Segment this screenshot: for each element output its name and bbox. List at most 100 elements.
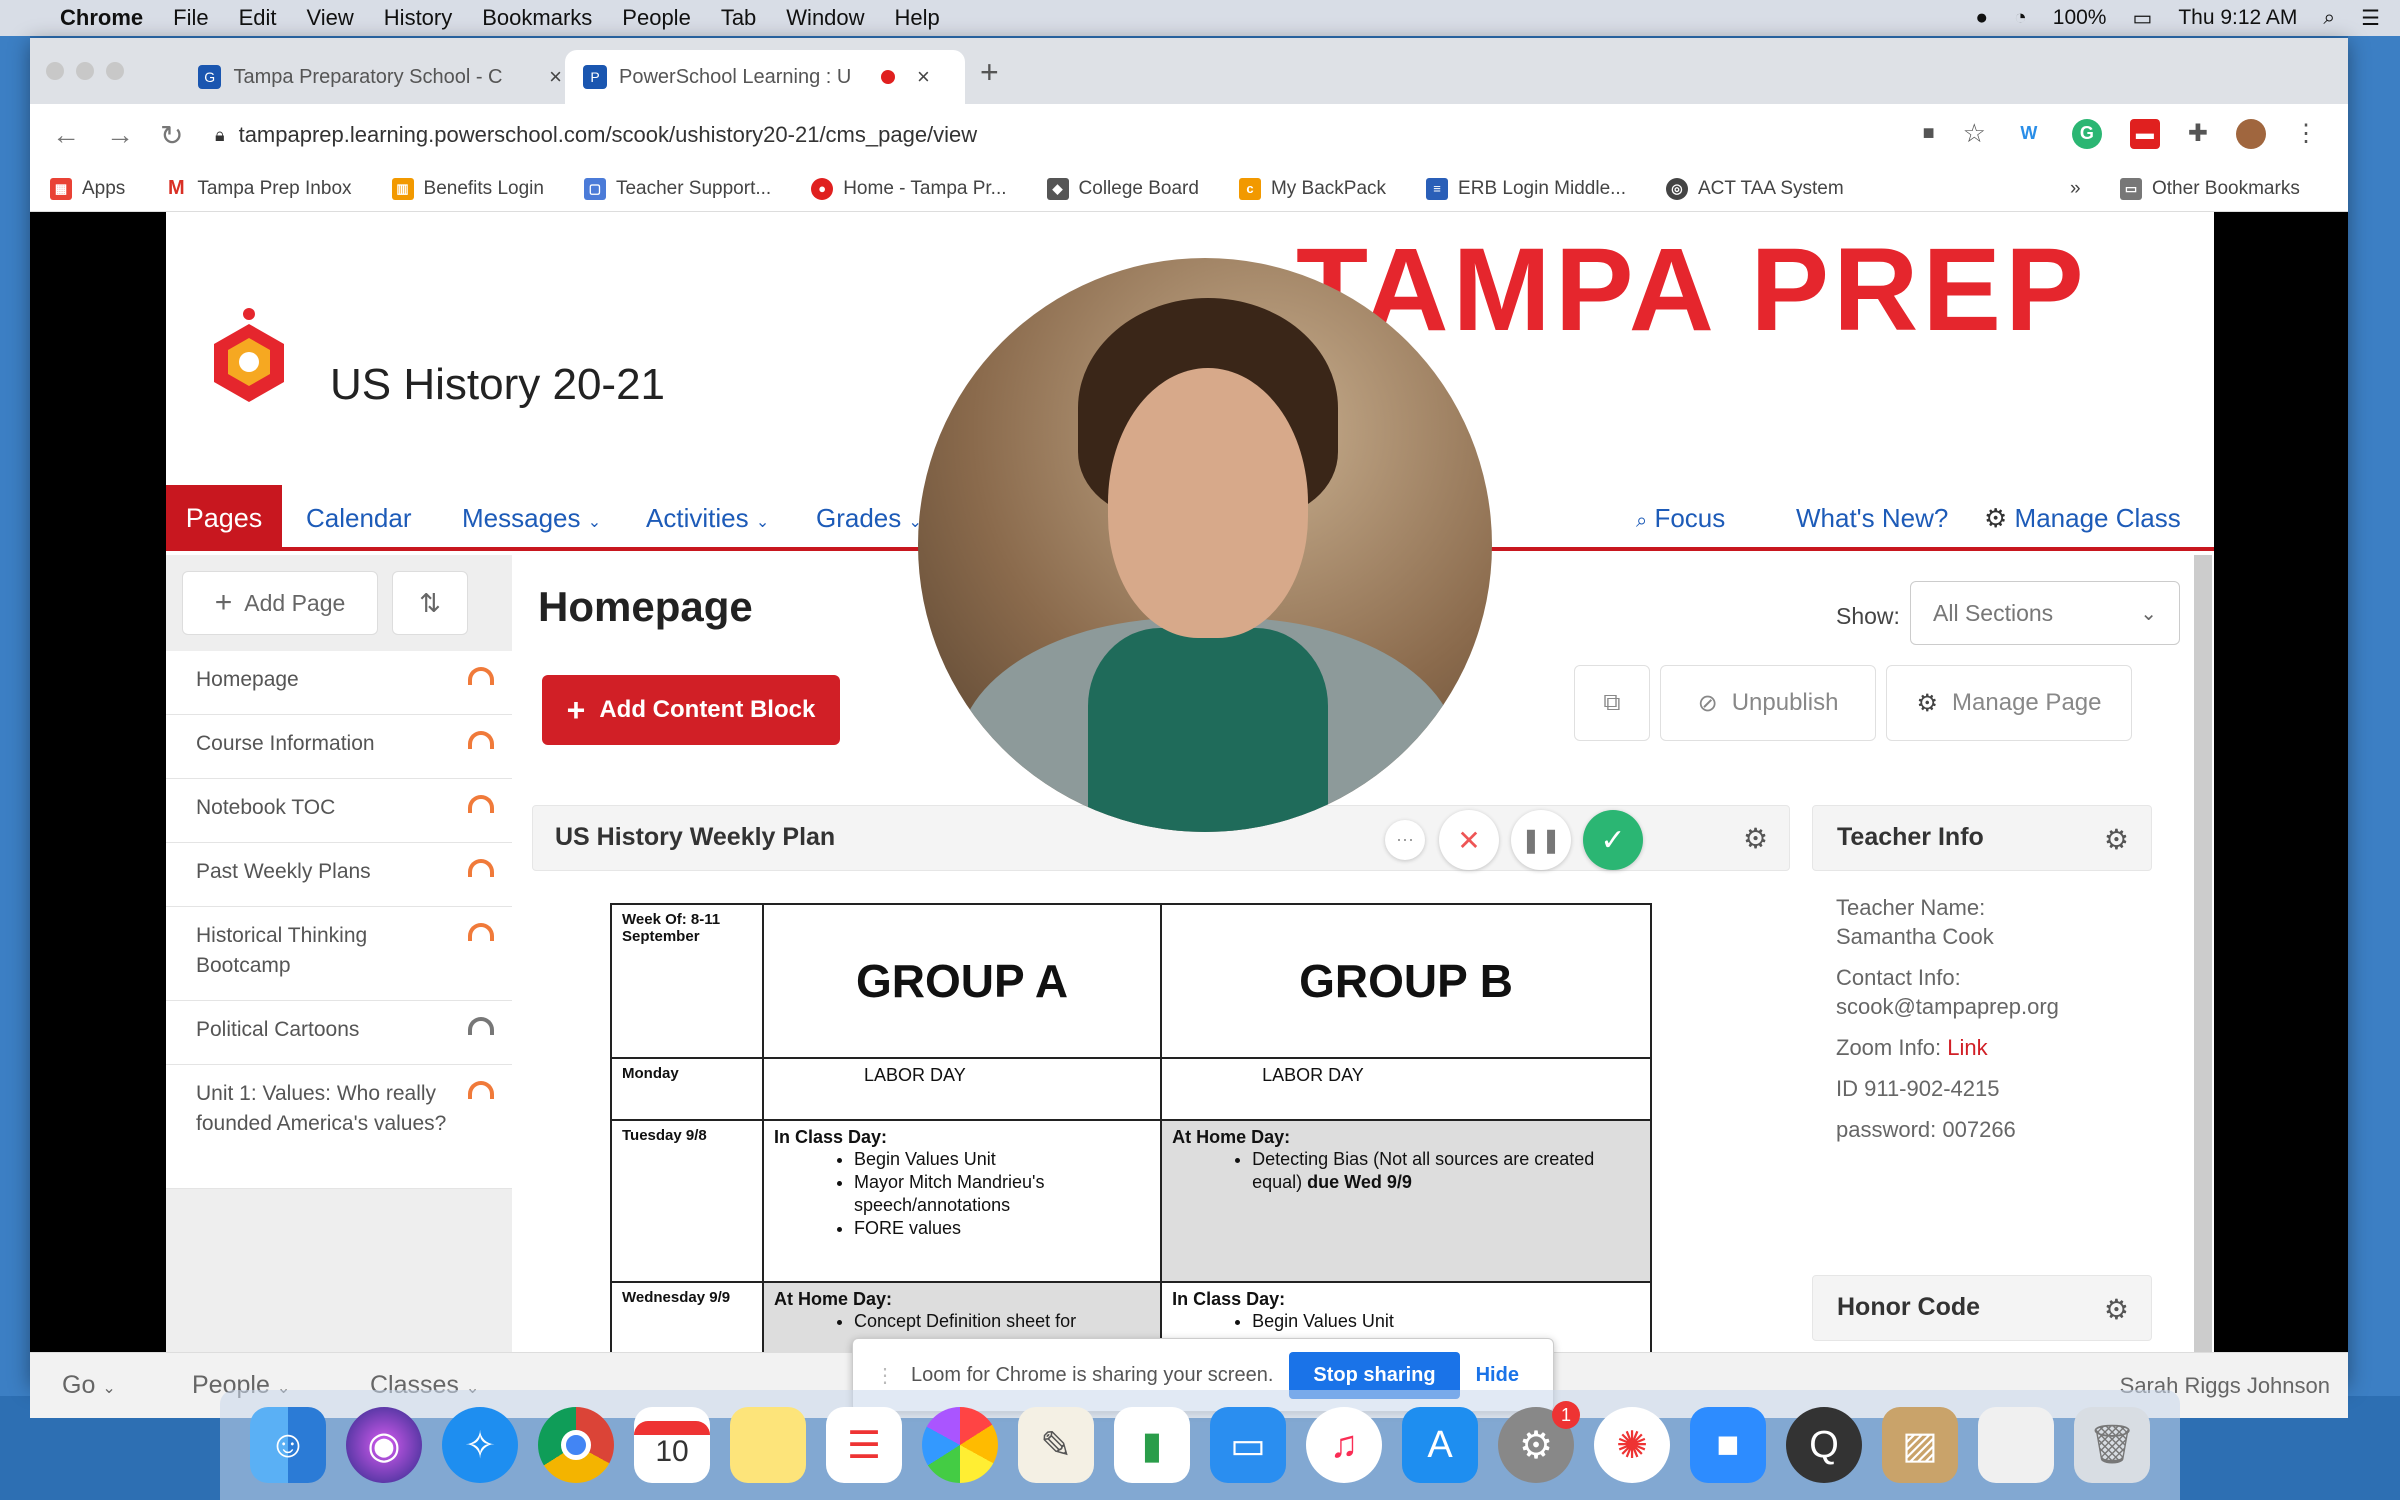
notification-center-icon[interactable]: ☰ [2361,6,2380,31]
sidebar-item-course-information[interactable]: Course Information [166,715,512,779]
gear-icon[interactable]: ⚙ [2104,1293,2129,1326]
menu-chrome[interactable]: Chrome [60,5,143,31]
menu-window[interactable]: Window [786,5,864,31]
other-bookmarks[interactable]: ▭ Other Bookmarks [2120,177,2300,200]
bookmark-backpack[interactable]: c My BackPack [1238,177,1386,200]
calendar-icon[interactable]: 10 [634,1407,710,1483]
siri-icon[interactable]: ◉ [346,1407,422,1483]
nav-pages[interactable]: Pages [166,485,282,551]
loom-pause-button[interactable]: ❚❚ [1511,810,1571,870]
published-icon[interactable] [468,923,494,941]
bookmark-star-icon[interactable]: ☆ [1963,118,1986,149]
webcam-bubble[interactable] [918,258,1492,832]
bookmark-home-tampa[interactable]: ● Home - Tampa Pr... [811,177,1007,200]
sidebar-item-political-cartoons[interactable]: Political Cartoons [166,1001,512,1065]
zoom-link[interactable]: Link [1947,1035,1987,1060]
sidebar-item-historical-thinking[interactable]: Historical Thinking Bootcamp [166,907,512,1001]
battery-percent[interactable]: 100% [2053,6,2107,30]
bookmark-teacher-support[interactable]: ▢ Teacher Support... [583,177,771,200]
gear-icon[interactable]: ⚙ [2104,823,2129,856]
bookmark-benefits[interactable]: ▥ Benefits Login [391,177,544,200]
tab-powerschool[interactable]: P PowerSchool Learning : U × [565,50,965,104]
preview-icon[interactable]: ✎ [1018,1407,1094,1483]
bookmark-apps[interactable]: ▦ Apps [50,177,125,200]
add-page-button[interactable]: + Add Page [182,571,378,635]
add-content-block-button[interactable]: + Add Content Block [542,675,840,745]
grammarly-extension-icon[interactable]: G [2071,118,2102,149]
documents-icon[interactable] [1978,1407,2054,1483]
nav-messages[interactable]: Messages ⌄ [462,503,601,534]
nav-focus[interactable]: ⌕ Focus [1636,503,1725,534]
menu-help[interactable]: Help [895,5,940,31]
spotlight-icon[interactable]: ⌕ [2323,6,2335,30]
published-icon[interactable] [468,859,494,877]
preview-photo-icon[interactable]: ▨ [1882,1407,1958,1483]
system-preferences-icon[interactable]: ⚙ 1 [1498,1401,1580,1483]
reload-icon[interactable]: ↻ [160,119,192,152]
menu-tab[interactable]: Tab [721,5,756,31]
copy-page-button[interactable]: ⧉ [1574,665,1650,741]
reminders-icon[interactable]: ☰ [826,1407,902,1483]
app-store-icon[interactable]: A [1402,1407,1478,1483]
photos-icon[interactable] [922,1407,998,1483]
loom-finish-button[interactable]: ✓ [1583,810,1643,870]
zoom-icon[interactable]: ■ [1690,1407,1766,1483]
back-icon[interactable]: ← [52,119,84,151]
school-emblem-icon[interactable] [206,304,292,404]
show-sections-select[interactable]: All Sections ⌄ [1910,581,2180,645]
quicktime-icon[interactable]: Q [1786,1407,1862,1483]
zoom-window-button[interactable] [106,62,124,80]
menu-view[interactable]: View [307,5,354,31]
sidebar-item-notebook-toc[interactable]: Notebook TOC [166,779,512,843]
go-menu[interactable]: Go ⌄ [62,1371,116,1400]
forward-icon[interactable]: → [106,119,138,151]
close-window-button[interactable] [46,62,64,80]
nav-manage-class[interactable]: ⚙ Manage Class [1984,503,2181,534]
published-icon[interactable] [468,731,494,749]
chrome-menu-icon[interactable]: ⋮ [2294,119,2318,148]
unpublished-icon[interactable] [468,1017,494,1035]
pdf-extension-icon[interactable]: ▬ [2129,118,2160,149]
tab-tampa-prep[interactable]: G Tampa Preparatory School - C × [180,50,580,104]
bookmark-inbox[interactable]: M Tampa Prep Inbox [165,177,352,200]
clock[interactable]: Thu 9:12 AM [2178,6,2297,30]
hide-button[interactable]: Hide [1476,1364,1519,1387]
published-icon[interactable] [468,1081,494,1099]
sidebar-item-homepage[interactable]: Homepage [166,651,512,715]
tab-close-icon[interactable]: × [917,64,930,90]
menu-file[interactable]: File [173,5,208,31]
tab-close-icon[interactable]: × [549,64,562,90]
menu-bookmarks[interactable]: Bookmarks [482,5,592,31]
menu-history[interactable]: History [384,5,452,31]
word-extension-icon[interactable]: W [2013,118,2044,149]
microphone-icon[interactable]: ● [1975,6,1988,30]
extensions-puzzle-icon[interactable]: ✚ [2188,119,2208,148]
nav-calendar[interactable]: Calendar [306,503,412,534]
menu-edit[interactable]: Edit [239,5,277,31]
keynote-icon[interactable]: ▭ [1210,1407,1286,1483]
drag-handle-icon[interactable]: ⋮ [875,1363,895,1388]
more-bookmarks-button[interactable]: » [2070,178,2081,200]
sidebar-item-past-weekly-plans[interactable]: Past Weekly Plans [166,843,512,907]
address-bar[interactable]: 🔒︎ tampaprep.learning.powerschool.com/sc… [215,114,1915,156]
profile-avatar[interactable] [2236,118,2266,149]
finder-icon[interactable]: ☺ [250,1407,326,1483]
safari-icon[interactable]: ✧ [442,1407,518,1483]
wifi-icon[interactable]: ◔ [2014,6,2027,30]
bookmark-college-board[interactable]: ◆ College Board [1046,177,1199,200]
lastpass-icon[interactable]: ✺ [1594,1407,1670,1483]
new-tab-icon[interactable]: + [980,54,999,91]
notes-icon[interactable] [730,1407,806,1483]
bookmark-erb[interactable]: ≡ ERB Login Middle... [1426,177,1626,200]
chrome-icon[interactable] [538,1407,614,1483]
music-icon[interactable]: ♫ [1306,1407,1382,1483]
lock-icon[interactable]: 🔒︎ [215,125,225,146]
published-icon[interactable] [468,667,494,685]
minimize-window-button[interactable] [76,62,94,80]
gear-icon[interactable]: ⚙ [1743,822,1768,855]
trash-icon[interactable]: 🗑︎ [2074,1407,2150,1483]
camera-icon[interactable]: ■ [1922,122,1934,145]
menu-people[interactable]: People [622,5,691,31]
reorder-pages-button[interactable]: ⇅ [392,571,468,635]
nav-activities[interactable]: Activities ⌄ [646,503,769,534]
